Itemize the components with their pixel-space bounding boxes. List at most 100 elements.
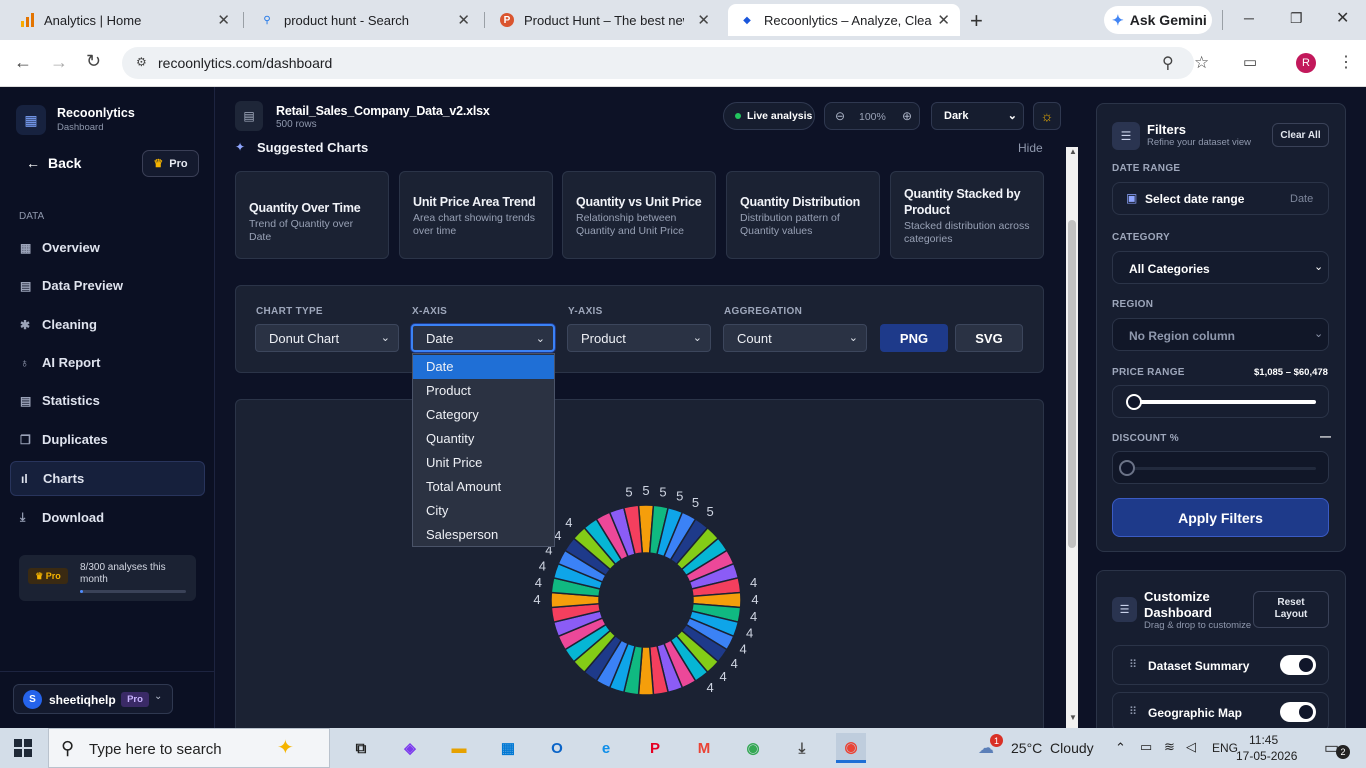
slider-handle[interactable]	[1119, 460, 1135, 476]
gmail-icon[interactable]: M	[689, 733, 719, 763]
back-arrow-icon[interactable]: ←	[14, 52, 32, 73]
chrome-profile-icon[interactable]: ◉	[836, 733, 866, 763]
browser-tab[interactable]: ⚲ product hunt - Search ✕	[248, 4, 480, 36]
suggested-chart-card[interactable]: Unit Price Area Trend Area chart showing …	[399, 171, 553, 259]
ask-gemini-button[interactable]: ✦ Ask Gemini	[1104, 6, 1212, 34]
profile-avatar[interactable]: R	[1296, 53, 1316, 73]
suggested-chart-card[interactable]: Quantity vs Unit Price Relationship betwe…	[562, 171, 716, 259]
clear-all-button[interactable]: Clear All	[1272, 123, 1329, 147]
user-menu[interactable]: S sheetiqhelp Pro ⌄	[13, 684, 173, 714]
close-icon[interactable]: ✕	[217, 11, 230, 29]
zoom-out-icon[interactable]: ⊖	[835, 109, 845, 123]
suggested-chart-card[interactable]: Quantity Distribution Distribution patter…	[726, 171, 880, 259]
region-select[interactable]: No Region column ⌄	[1112, 318, 1329, 351]
chart-type-select[interactable]: Donut Chart ⌄	[255, 324, 399, 352]
sidebar-item-statistics[interactable]: ▤ Statistics	[10, 383, 205, 418]
url-text[interactable]: recoonlytics.com/dashboard	[158, 55, 332, 71]
hide-button[interactable]: Hide	[1018, 141, 1043, 155]
chevron-up-icon[interactable]: ⌃	[1115, 740, 1126, 756]
theme-select[interactable]: Dark ⌄	[931, 102, 1024, 130]
dropdown-option[interactable]: Salesperson	[413, 523, 554, 547]
pro-button[interactable]: ♛ Pro	[142, 150, 199, 177]
back-button[interactable]: ← Back	[26, 155, 81, 171]
chrome-icon[interactable]: ◉	[738, 733, 768, 763]
dropdown-option[interactable]: Quantity	[413, 427, 554, 451]
data-label: 4	[750, 575, 757, 590]
downloads-icon[interactable]: ⤓	[787, 733, 817, 763]
file-explorer-icon[interactable]: ▬	[444, 733, 474, 763]
clock-time[interactable]: 11:45	[1249, 733, 1278, 747]
suggested-chart-card[interactable]: Quantity Stacked by Product Stacked distr…	[890, 171, 1044, 259]
sidebar-item-duplicates[interactable]: ❐ Duplicates	[10, 422, 205, 457]
browser-tab[interactable]: ◆ Recoonlytics – Analyze, Clean & ✕	[728, 4, 960, 36]
svg-export-button[interactable]: SVG	[955, 324, 1023, 352]
scrollbar-thumb[interactable]	[1068, 220, 1076, 548]
slider-handle[interactable]	[1126, 394, 1142, 410]
menu-dots-icon[interactable]: ⋮	[1338, 52, 1354, 72]
x-axis-select[interactable]: Date ⌄	[411, 324, 555, 352]
date-range-input[interactable]: ▣ Select date range Date	[1112, 182, 1329, 215]
dropdown-option[interactable]: Total Amount	[413, 475, 554, 499]
close-icon[interactable]: ✕	[457, 11, 470, 29]
png-export-button[interactable]: PNG	[880, 324, 948, 352]
reset-layout-button[interactable]: Reset Layout	[1253, 591, 1329, 628]
widget-toggle[interactable]	[1280, 655, 1316, 675]
address-bar[interactable]: ⚙ recoonlytics.com/dashboard ⚲	[122, 47, 1194, 79]
zoom-icon[interactable]: ⚲	[1162, 53, 1174, 73]
sidebar-item-overview[interactable]: ▦ Overview	[10, 230, 205, 265]
sidebar-item-download[interactable]: ⤓ Download	[10, 500, 205, 535]
dropdown-option[interactable]: Date	[413, 355, 554, 379]
dropdown-option[interactable]: Product	[413, 379, 554, 403]
task-view-icon[interactable]: ⧉	[346, 733, 376, 763]
suggested-chart-card[interactable]: Quantity Over Time Trend of Quantity over…	[235, 171, 389, 259]
site-settings-icon[interactable]: ⚙	[136, 55, 147, 69]
wifi-icon[interactable]: ≋	[1164, 739, 1175, 755]
close-window-icon[interactable]: ✕	[1336, 8, 1349, 28]
drag-handle-icon[interactable]: ⠿	[1129, 705, 1137, 718]
forward-arrow-icon[interactable]: →	[50, 52, 68, 73]
dropdown-option[interactable]: City	[413, 499, 554, 523]
x-axis-dropdown: Date Product Category Quantity Unit Price Tot…	[412, 353, 555, 547]
widget-toggle[interactable]	[1280, 702, 1316, 722]
sidebar-item-charts[interactable]: ıl Charts	[10, 461, 205, 496]
sidebar-item-data-preview[interactable]: ▤ Data Preview	[10, 268, 205, 303]
zoom-in-icon[interactable]: ⊕	[902, 109, 912, 123]
windows-start-icon[interactable]	[14, 739, 32, 757]
weather-text[interactable]: 25°C Cloudy	[1011, 740, 1094, 756]
price-range-slider[interactable]	[1112, 385, 1329, 418]
discount-slider[interactable]	[1112, 451, 1329, 484]
reload-icon[interactable]: ↻	[86, 51, 101, 72]
language-indicator[interactable]: ENG	[1212, 741, 1238, 755]
aggregation-select[interactable]: Count ⌄	[723, 324, 867, 352]
close-icon[interactable]: ✕	[697, 11, 710, 29]
sun-icon[interactable]: ☼	[1033, 102, 1061, 130]
taskbar-search[interactable]: ⚲ Type here to search ✦	[48, 728, 330, 768]
apply-filters-button[interactable]: Apply Filters	[1112, 498, 1329, 537]
new-tab-button[interactable]: +	[970, 8, 983, 34]
pinterest-icon[interactable]: P	[640, 733, 670, 763]
restore-icon[interactable]: ❐	[1290, 10, 1303, 27]
y-axis-select[interactable]: Product ⌄	[567, 324, 711, 352]
volume-icon[interactable]: ◁	[1186, 739, 1196, 755]
edge-icon[interactable]: e	[591, 733, 621, 763]
display-icon[interactable]: ▭	[1140, 739, 1152, 755]
copilot-icon[interactable]: ◈	[395, 733, 425, 763]
close-icon[interactable]: ✕	[937, 11, 950, 29]
outlook-icon[interactable]: O	[542, 733, 572, 763]
cast-icon[interactable]: ▭	[1243, 53, 1257, 71]
main-scrollbar[interactable]: ▲ ▼	[1066, 147, 1078, 728]
category-select[interactable]: All Categories ⌄	[1112, 251, 1329, 284]
browser-tab[interactable]: P Product Hunt – The best new p ✕	[488, 4, 720, 36]
store-icon[interactable]: ▦	[493, 733, 523, 763]
dropdown-option[interactable]: Unit Price	[413, 451, 554, 475]
dropdown-option[interactable]: Category	[413, 403, 554, 427]
bookmark-star-icon[interactable]: ☆	[1194, 53, 1209, 73]
browser-tab[interactable]: Analytics | Home ✕	[8, 4, 240, 36]
minimize-icon[interactable]: ─	[1244, 10, 1254, 26]
sidebar-item-cleaning[interactable]: ✱ Cleaning	[10, 307, 205, 342]
drag-handle-icon[interactable]: ⠿	[1129, 658, 1137, 671]
scroll-up-icon[interactable]: ▲	[1069, 147, 1077, 156]
sidebar-item-ai-report[interactable]: ♁ AI Report	[10, 345, 205, 380]
scroll-down-icon[interactable]: ▼	[1069, 713, 1077, 722]
clock-date[interactable]: 17-05-2026	[1236, 749, 1297, 763]
